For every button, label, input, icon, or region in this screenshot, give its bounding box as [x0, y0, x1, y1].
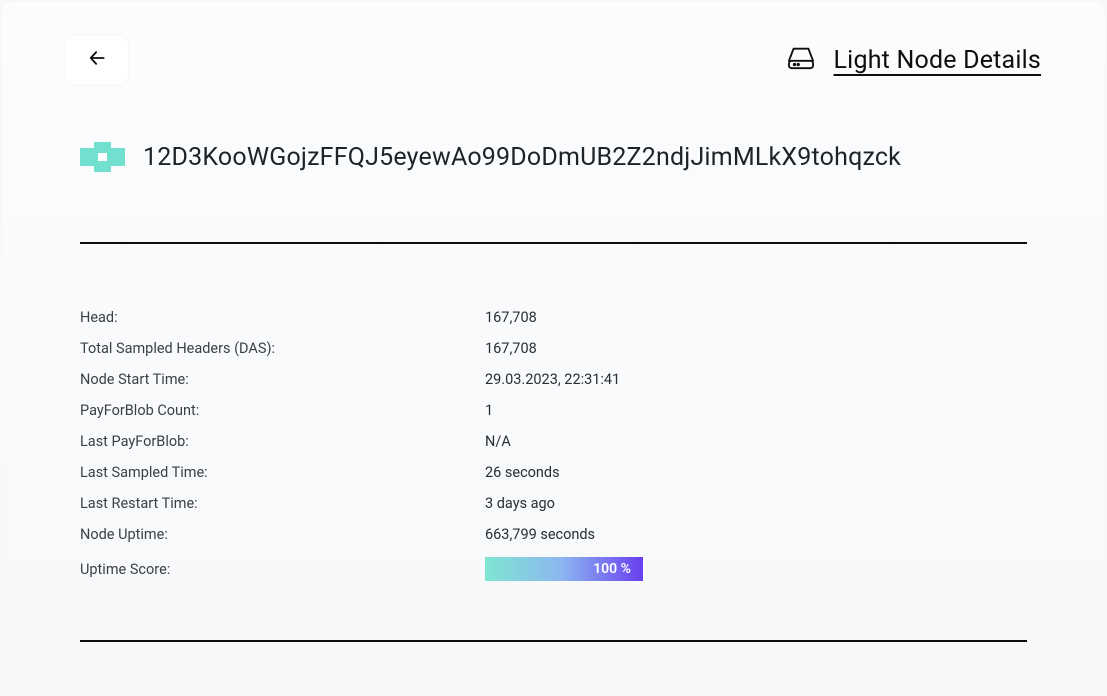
node-id: 12D3KooWGojzFFQJ5eyewAo99DoDmUB2Z2ndjJim… — [143, 143, 901, 172]
info-row-pfb-count: PayForBlob Count: 1 — [80, 395, 1027, 426]
info-label: PayForBlob Count: — [80, 402, 485, 419]
arrow-left-icon — [87, 48, 107, 72]
info-value: 26 seconds — [485, 464, 560, 481]
info-label: Last Restart Time: — [80, 495, 485, 512]
info-row-total-sampled: Total Sampled Headers (DAS): 167,708 — [80, 333, 1027, 364]
info-row-uptime-score: Uptime Score: 100 % — [80, 550, 1027, 588]
back-button[interactable] — [66, 36, 128, 84]
info-value: 3 days ago — [485, 495, 555, 512]
info-row-last-restart: Last Restart Time: 3 days ago — [80, 488, 1027, 519]
info-label: Uptime Score: — [80, 561, 485, 578]
info-label: Total Sampled Headers (DAS): — [80, 340, 485, 357]
info-row-uptime: Node Uptime: 663,799 seconds — [80, 519, 1027, 550]
node-info-grid: Head: 167,708 Total Sampled Headers (DAS… — [80, 302, 1027, 588]
info-label: Head: — [80, 309, 485, 326]
info-label: Last Sampled Time: — [80, 464, 485, 481]
info-value: 167,708 — [485, 340, 537, 357]
section-divider-top — [80, 242, 1027, 244]
info-label: Last PayForBlob: — [80, 433, 485, 450]
info-row-start-time: Node Start Time: 29.03.2023, 22:31:41 — [80, 364, 1027, 395]
info-row-last-pfb: Last PayForBlob: N/A — [80, 426, 1027, 457]
node-avatar-icon — [80, 142, 125, 172]
info-value: 29.03.2023, 22:31:41 — [485, 371, 620, 388]
disk-icon — [786, 45, 816, 75]
info-value: 1 — [485, 402, 493, 419]
uptime-score-bar: 100 % — [485, 557, 643, 581]
info-value: N/A — [485, 433, 511, 450]
section-divider-bottom — [80, 640, 1027, 642]
page-title: Light Node Details — [834, 46, 1041, 75]
info-row-last-sampled: Last Sampled Time: 26 seconds — [80, 457, 1027, 488]
info-value: 663,799 seconds — [485, 526, 595, 543]
info-value: 167,708 — [485, 309, 537, 326]
info-label: Node Uptime: — [80, 526, 485, 543]
info-row-head: Head: 167,708 — [80, 302, 1027, 333]
info-label: Node Start Time: — [80, 371, 485, 388]
